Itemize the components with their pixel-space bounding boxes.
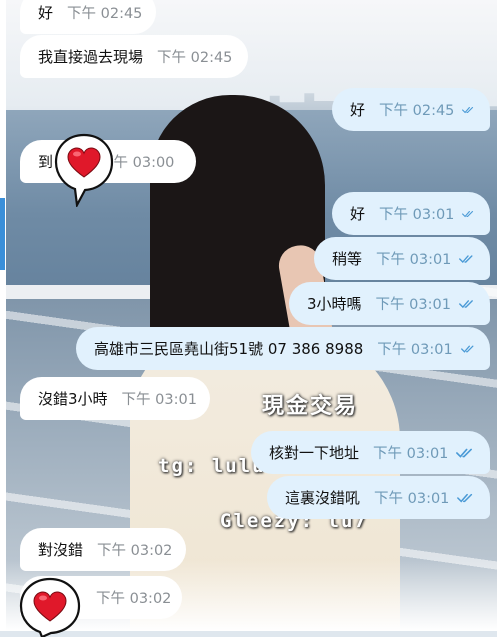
double-check-icon — [459, 299, 473, 308]
message-time: 下午 03:01 — [374, 491, 450, 507]
message-text: 好 — [350, 205, 366, 223]
double-check-icon — [459, 254, 473, 263]
message-text: 到 — [38, 153, 54, 171]
double-check-icon — [456, 448, 473, 458]
message-time: 下午 03:01 — [375, 297, 451, 313]
watermark-cash-text: 現金交易 — [262, 393, 359, 419]
message-text: 沒錯3小時 — [38, 390, 108, 408]
message-bubble-incoming[interactable]: 沒錯3小時 下午 03:01 — [20, 377, 210, 420]
message-time: 下午 03:01 — [373, 446, 449, 462]
watermark-tg-text: tg: lulu — [158, 455, 266, 477]
double-check-icon — [457, 493, 473, 502]
window-left-edge — [0, 0, 6, 631]
message-time: 下午 03:01 — [377, 342, 453, 358]
message-time: 下午 02:45 — [67, 5, 143, 22]
message-bubble-outgoing[interactable]: 稍等 下午 03:01 — [314, 237, 490, 280]
message-text: 高雄市三民區堯山街51號 07 386 8988 — [94, 340, 364, 358]
message-bubble-outgoing[interactable]: 高雄市三民區堯山街51號 07 386 8988 下午 03:01 — [76, 327, 490, 370]
message-time: 下午 02:45 — [379, 103, 455, 119]
message-bubble-outgoing[interactable]: 這裏沒錯吼 下午 03:01 — [267, 476, 490, 519]
heart-speech-bubble-icon — [54, 133, 114, 207]
message-text: 對沒錯 — [38, 541, 84, 559]
message-text: 核對一下地址 — [269, 444, 360, 462]
message-bubble-incoming[interactable]: 我直接過去現場 下午 02:45 — [20, 35, 248, 78]
double-check-icon — [462, 106, 474, 113]
message-time: 下午 03:01 — [376, 252, 452, 268]
double-check-icon — [462, 210, 474, 217]
message-bubble-incoming[interactable]: 對沒錯 下午 03:02 — [20, 528, 186, 571]
message-text: 3小時嗎 — [307, 295, 362, 313]
message-text: 我直接過去現場 — [38, 48, 144, 66]
message-bubble-outgoing[interactable]: 3小時嗎 下午 03:01 — [289, 282, 490, 325]
message-bubble-outgoing[interactable]: 核對一下地址 下午 03:01 — [251, 431, 490, 474]
message-bubble-incoming[interactable]: 好 下午 02:45 — [20, 0, 156, 34]
message-text: 稍等 — [332, 250, 363, 268]
message-bubble-outgoing[interactable]: 好 下午 03:01 — [332, 192, 490, 235]
message-time: 下午 03:01 — [121, 392, 197, 408]
message-bubble-outgoing[interactable]: 好 下午 02:45 — [332, 88, 490, 131]
message-time: 下午 03:02 — [97, 543, 173, 559]
message-text: 好 — [38, 3, 54, 22]
message-text: 這裏沒錯吼 — [285, 489, 361, 507]
message-time: 下午 02:45 — [157, 50, 233, 66]
double-check-icon — [460, 345, 474, 353]
message-text: 好 — [350, 101, 366, 119]
window-side-accent — [0, 198, 5, 270]
message-time: 下午 03:02 — [96, 591, 172, 607]
message-time: 下午 03:01 — [379, 207, 455, 223]
heart-speech-bubble-icon — [19, 577, 81, 637]
